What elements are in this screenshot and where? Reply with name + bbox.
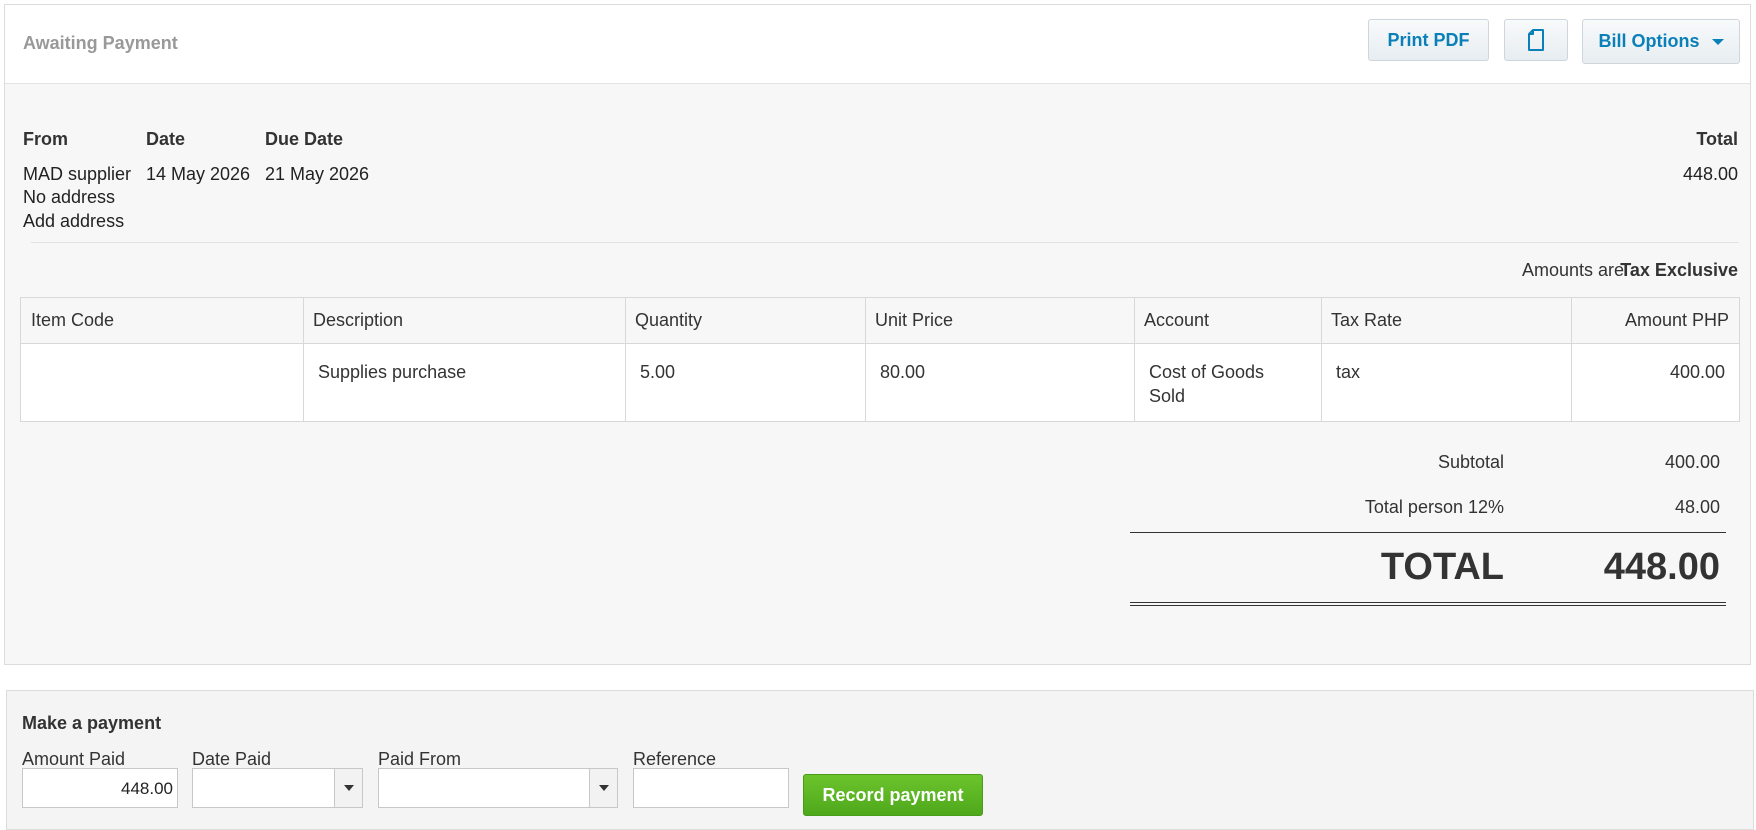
make-payment-title: Make a payment — [22, 713, 162, 733]
column-header-item-code: Item Code — [31, 310, 115, 330]
reference-label: Reference — [633, 749, 717, 769]
divider — [31, 242, 1739, 243]
date-paid-label: Date Paid — [192, 749, 272, 769]
column-divider — [1321, 298, 1322, 421]
amount-paid-label: Amount Paid — [22, 749, 126, 769]
date-label: Date — [146, 129, 186, 149]
chevron-down-icon — [598, 785, 609, 791]
make-payment-panel: Make a payment Amount Paid Date Paid Pai… — [6, 690, 1754, 830]
bill-panel: Awaiting Payment Print PDF Bill Options … — [4, 4, 1751, 665]
cell-description: Supplies purchase — [318, 362, 467, 382]
column-header-tax-rate: Tax Rate — [1331, 310, 1403, 330]
copy-button[interactable] — [1504, 19, 1568, 61]
add-address-link[interactable]: Add address — [23, 211, 124, 232]
bill-due-date: 21 May 2026 — [265, 164, 370, 184]
date-picker-button[interactable] — [334, 769, 362, 807]
paid-from-dropdown-button[interactable] — [589, 769, 617, 807]
line-items-table: Item Code Description Quantity Unit Pric… — [20, 297, 1740, 422]
totals-double-rule — [1130, 602, 1726, 606]
grand-total-value: 448.00 — [1603, 546, 1720, 588]
amount-paid-value: 448.00 — [121, 779, 173, 798]
amounts-are-label: Amounts are — [1521, 260, 1624, 280]
tax-total-label: Total person 12% — [1364, 497, 1504, 517]
from-label: From — [23, 129, 68, 149]
supplier-address: No address — [23, 187, 116, 207]
amount-paid-input[interactable]: 448.00 — [22, 768, 178, 808]
reference-input[interactable] — [633, 768, 789, 808]
subtotal-value: 400.00 — [1664, 452, 1720, 472]
subtotal-label: Subtotal — [1437, 452, 1504, 472]
due-date-label: Due Date — [265, 129, 344, 149]
column-header-unit-price: Unit Price — [875, 310, 954, 330]
total-label: Total — [1696, 129, 1738, 149]
cell-tax-rate: tax — [1336, 362, 1361, 382]
bill-status: Awaiting Payment — [23, 33, 178, 53]
column-divider — [865, 298, 866, 421]
column-divider — [1134, 298, 1135, 421]
print-pdf-button[interactable]: Print PDF — [1368, 19, 1489, 61]
column-header-amount: Amount PHP — [1624, 310, 1729, 330]
paid-from-label: Paid From — [378, 749, 462, 769]
tax-total-value: 48.00 — [1674, 497, 1720, 517]
chevron-down-icon — [1711, 38, 1724, 45]
cell-amount: 400.00 — [1669, 362, 1725, 382]
bill-options-button[interactable]: Bill Options — [1582, 19, 1740, 64]
paid-from-select[interactable] — [378, 768, 618, 808]
column-divider — [625, 298, 626, 421]
bill-options-label: Bill Options — [1598, 31, 1700, 51]
amounts-are-value: Tax Exclusive — [1620, 260, 1738, 280]
date-paid-input[interactable] — [192, 768, 363, 808]
cell-account: Cost of Goods Sold — [1149, 362, 1265, 406]
column-divider — [303, 298, 304, 421]
column-divider — [1571, 298, 1572, 421]
cell-quantity: 5.00 — [640, 362, 676, 382]
supplier-link[interactable]: MAD supplier — [23, 164, 131, 185]
bill-total: 448.00 — [1682, 164, 1738, 184]
bill-header: Awaiting Payment Print PDF Bill Options — [5, 5, 1750, 84]
column-header-quantity: Quantity — [635, 310, 703, 330]
grand-total-label: TOTAL — [1380, 546, 1504, 588]
column-header-description: Description — [313, 310, 404, 330]
cell-unit-price: 80.00 — [880, 362, 926, 382]
column-header-account: Account — [1144, 310, 1210, 330]
document-copy-icon — [1528, 29, 1544, 51]
totals-rule — [1130, 532, 1726, 533]
bill-date: 14 May 2026 — [146, 164, 251, 184]
chevron-down-icon — [343, 785, 354, 791]
